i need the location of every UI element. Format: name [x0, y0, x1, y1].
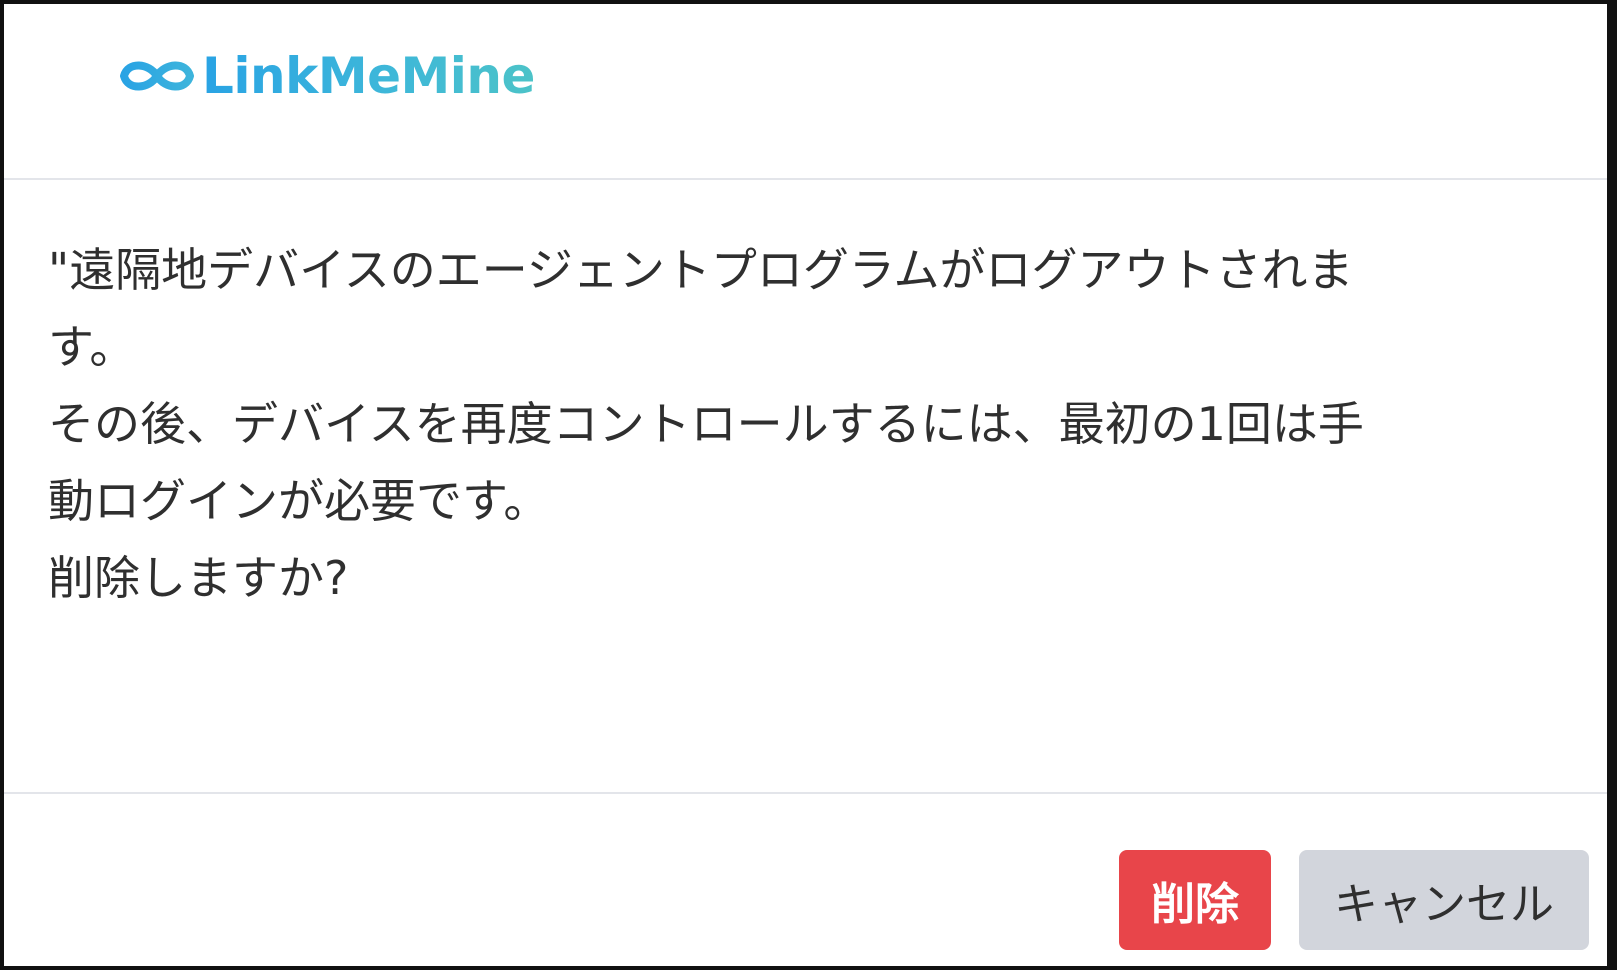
dialog-header: LinkMeMine	[4, 4, 1607, 180]
message-line: 動ログインが必要です。	[48, 474, 550, 528]
infinity-icon	[120, 61, 194, 91]
message-line: す。	[48, 320, 136, 374]
delete-button[interactable]: 削除	[1119, 850, 1271, 950]
brand-name: LinkMeMine	[202, 47, 535, 105]
dialog-footer: 削除 キャンセル	[4, 794, 1607, 966]
message-line: "遠隔地デバイスのエージェントプログラムがログアウトされま	[48, 243, 1354, 297]
message-line: 削除しますか?	[48, 551, 349, 605]
confirm-delete-dialog: LinkMeMine "遠隔地デバイスのエージェントプログラムがログアウトされま…	[0, 0, 1617, 970]
message-line: その後、デバイスを再度コントロールするには、最初の1回は手	[48, 397, 1364, 451]
confirmation-message: "遠隔地デバイスのエージェントプログラムがログアウトされま す。 その後、デバイ…	[48, 232, 1568, 617]
brand-logo: LinkMeMine	[116, 46, 535, 106]
dialog-body: "遠隔地デバイスのエージェントプログラムがログアウトされま す。 その後、デバイ…	[4, 180, 1607, 794]
cancel-button[interactable]: キャンセル	[1299, 850, 1589, 950]
